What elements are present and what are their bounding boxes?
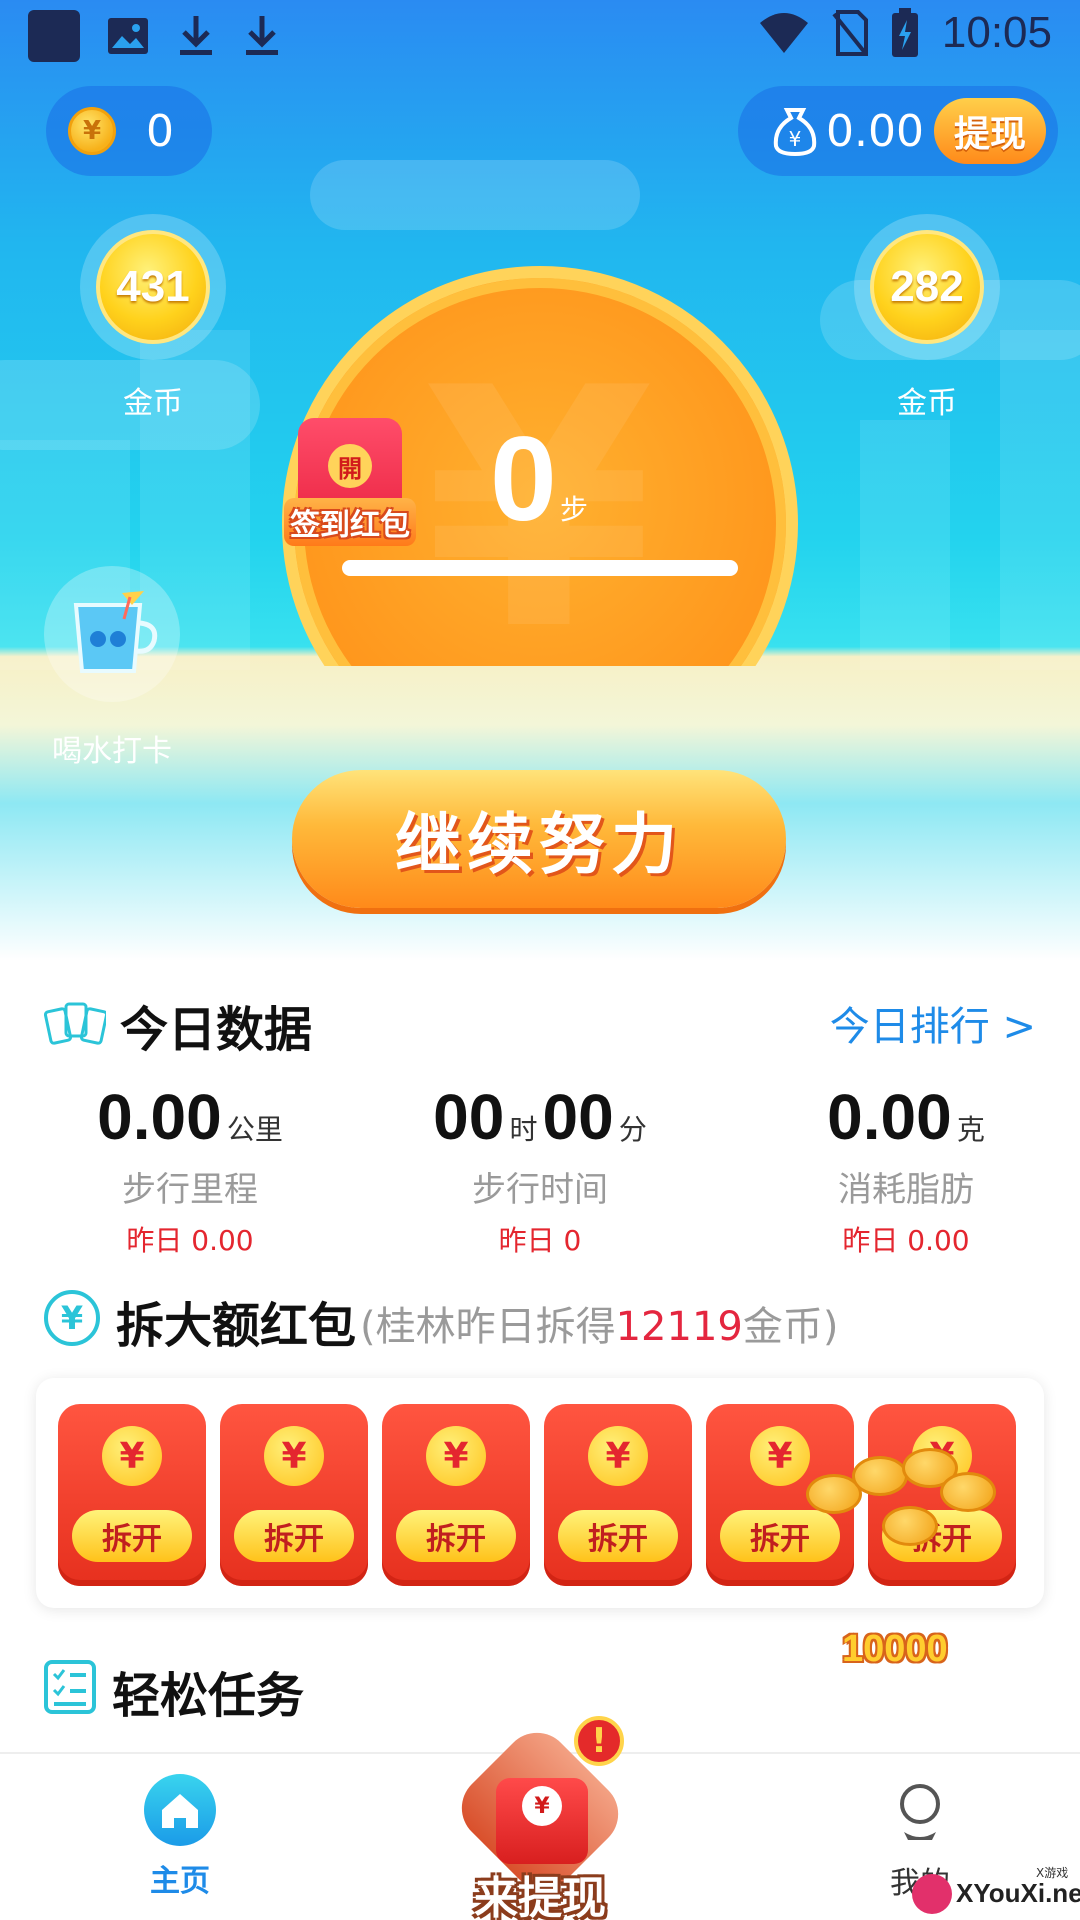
red-packet[interactable]: ¥ 拆开 [382,1404,530,1586]
gold-coin-icon [852,1456,908,1496]
water-cup-icon [73,591,158,673]
yen-seal-icon: ¥ [522,1786,562,1826]
easy-tasks-title: 轻松任务 [112,1668,305,1724]
coin-bubble[interactable]: 431 [80,214,226,360]
stat-duration: 00 时 00 分 步行时间 昨日 0 [370,1080,710,1259]
stat-label: 消耗脂肪 [838,1170,974,1210]
open-seal-icon: 開 [328,444,372,488]
step-count: 0 [490,412,557,546]
wifi-icon [759,13,808,53]
yen-circle-icon: ¥ [44,1290,100,1346]
yen-coin-icon: ¥ [426,1426,486,1486]
open-button[interactable]: 拆开 [558,1510,678,1562]
battery-icon [891,8,918,57]
yen-coin-icon: ¥ [102,1426,162,1486]
site-watermark: XYouXi.net X游戏 [912,1864,1080,1920]
watermark-logo-icon [912,1874,952,1914]
gold-coin-icon [940,1472,996,1512]
profile-icon [900,1784,940,1840]
water-checkin-button[interactable] [44,566,180,702]
stat-value: 0.00 [827,1081,952,1153]
stat-distance: 0.00 公里 步行里程 昨日 0.00 [20,1080,360,1259]
subtitle-prefix: (桂林昨日拆得 [360,1304,616,1350]
red-packet-title: 拆大额红包 [116,1298,357,1354]
nav-home[interactable]: 主页 [130,1774,230,1900]
cash-balance[interactable]: ¥ 0.00 提现 [738,86,1058,176]
stat-label: 步行时间 [472,1170,608,1210]
continue-button[interactable]: 继续努力 [292,770,786,908]
task-list-icon [44,1660,96,1714]
today-ranking-link[interactable]: 今日排行 > [830,994,1036,1052]
home-icon [144,1774,216,1846]
stat-minutes: 00 [542,1081,614,1153]
money-bag-icon: ¥ [773,108,817,156]
withdraw-button[interactable]: 提现 [934,98,1046,164]
coin-bubble-value: 282 [870,230,984,344]
open-button[interactable]: 拆开 [396,1510,516,1562]
coin-balance[interactable]: ¥ 0 [46,86,212,176]
stat-fat: 0.00 克 消耗脂肪 昨日 0.00 [736,1080,1076,1259]
stat-hours: 00 [433,1081,505,1153]
status-bar: 10:05 [0,0,1080,76]
nav-home-label: 主页 [150,1864,210,1899]
svg-text:¥: ¥ [789,127,802,151]
building [860,420,950,670]
stat-yesterday: 昨日 0.00 [842,1224,970,1257]
building [1000,330,1080,670]
yen-coin-icon: ¥ [264,1426,324,1486]
alert-badge-icon: ! [574,1716,624,1766]
stats-cards-icon [44,1002,106,1045]
signin-red-packet-label[interactable]: 签到红包 [284,498,416,546]
stat-yesterday: 昨日 0 [498,1224,582,1257]
yen-coin-icon: ¥ [750,1426,810,1486]
stat-label: 步行里程 [122,1170,258,1210]
clock: 10:05 [941,8,1052,57]
download-icon [180,16,212,55]
red-packet[interactable]: ¥ 拆开 [544,1404,692,1586]
download-icon [246,16,278,55]
nav-withdraw[interactable]: ¥ ! 来提现 [447,1716,633,1920]
open-button[interactable]: 拆开 [720,1510,840,1562]
stat-unit: 公里 [226,1113,283,1146]
stat-value: 0.00 [97,1081,222,1153]
app-icon [28,10,80,62]
subtitle-amount: 12119 [615,1304,743,1350]
coin-icon: ¥ [68,107,116,155]
stat-minutes-unit: 分 [618,1113,647,1146]
step-progress-bar [342,560,738,576]
bonus-amount: 10000 [842,1628,948,1670]
stat-hours-unit: 时 [509,1113,538,1146]
subtitle-suffix: 金币) [742,1304,839,1350]
cash-balance-value: 0.00 [826,105,924,157]
stat-yesterday: 昨日 0.00 [126,1224,254,1257]
water-checkin-label: 喝水打卡 [52,734,172,769]
coin-bubble[interactable]: 282 [854,214,1000,360]
red-packet[interactable]: ¥ 拆开 [220,1404,368,1586]
no-sim-icon [832,10,868,56]
step-unit: 步 [560,493,589,526]
nav-withdraw-label: 来提现 [474,1873,606,1920]
stat-unit: 克 [956,1113,985,1146]
coin-bubble-label: 金币 [123,386,183,421]
cloud [310,160,640,230]
red-envelope-icon: ¥ [496,1778,588,1864]
red-packet-subtitle: (桂林昨日拆得12119金币) [360,1294,838,1352]
open-button[interactable]: 拆开 [72,1510,192,1562]
watermark-tag: X游戏 [1036,1866,1069,1880]
image-icon [108,18,148,54]
yen-coin-icon: ¥ [588,1426,648,1486]
watermark-text: XYouXi.net [956,1878,1080,1908]
coin-bubble-label: 金币 [897,386,957,421]
open-button[interactable]: 拆开 [234,1510,354,1562]
coin-balance-value: 0 [146,105,174,157]
gold-coin-icon [882,1506,938,1546]
red-packet[interactable]: ¥ 拆开 [58,1404,206,1586]
coin-bubble-value: 431 [96,230,210,344]
today-data-title: 今日数据 [120,1002,313,1058]
